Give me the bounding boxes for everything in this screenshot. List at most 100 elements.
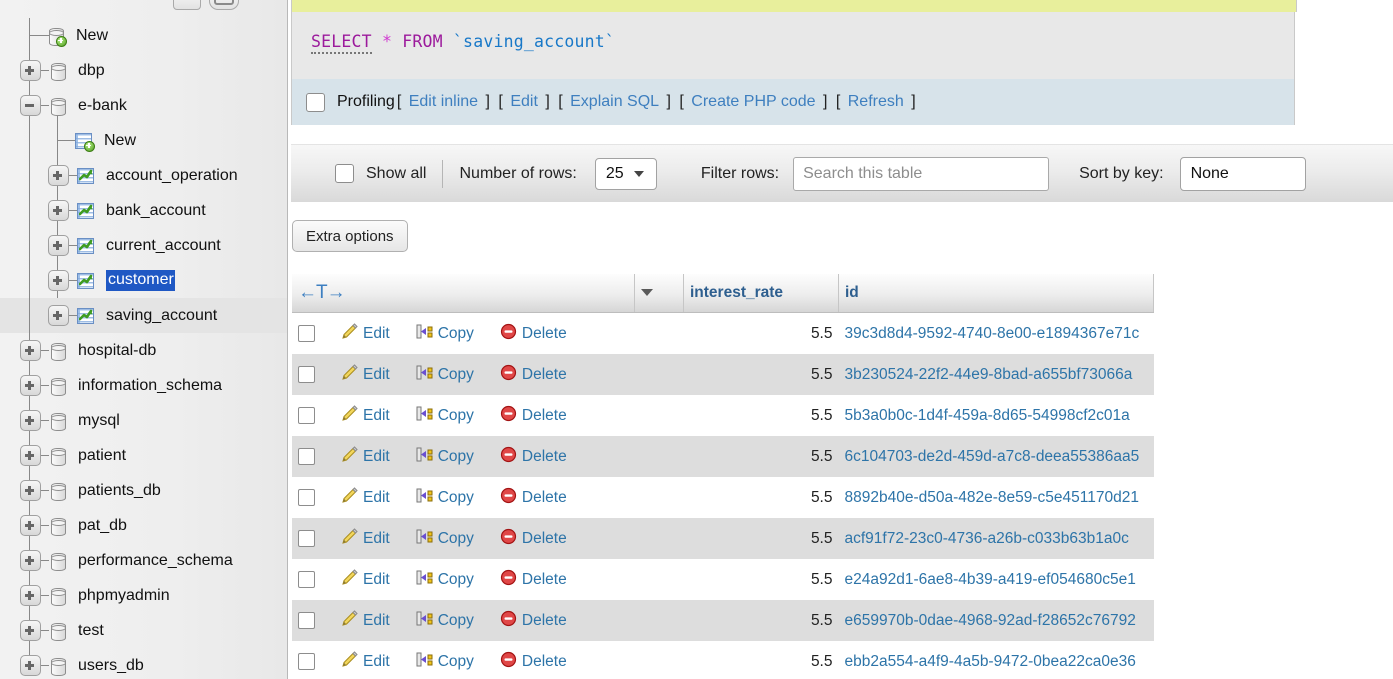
tree-item-customer[interactable]: customer bbox=[0, 263, 287, 298]
delete-row-button[interactable]: Delete bbox=[500, 528, 567, 550]
copy-row-button[interactable]: Copy bbox=[416, 446, 474, 468]
expand-icon[interactable] bbox=[20, 620, 41, 641]
edit-row-button[interactable]: Edit bbox=[341, 322, 390, 345]
cell-interest-rate[interactable]: 5.5 bbox=[683, 600, 839, 641]
delete-row-button[interactable]: Delete bbox=[500, 651, 567, 673]
cell-interest-rate[interactable]: 5.5 bbox=[683, 559, 839, 600]
expand-icon[interactable] bbox=[20, 550, 41, 571]
cell-interest-rate[interactable]: 5.5 bbox=[683, 312, 839, 354]
expand-icon[interactable] bbox=[48, 305, 69, 326]
copy-row-button[interactable]: Copy bbox=[416, 610, 474, 632]
row-checkbox[interactable] bbox=[298, 366, 315, 383]
expand-icon[interactable] bbox=[48, 270, 69, 291]
expand-icon[interactable] bbox=[20, 340, 41, 361]
edit-row-button[interactable]: Edit bbox=[341, 363, 390, 386]
row-checkbox[interactable] bbox=[298, 448, 315, 465]
cell-interest-rate[interactable]: 5.5 bbox=[683, 354, 839, 395]
expand-icon[interactable] bbox=[20, 655, 41, 676]
copy-row-button[interactable]: Copy bbox=[416, 528, 474, 550]
table-row[interactable]: Edit Copy Delete 5.5 3b230524-22f2-44e9-8bad… bbox=[292, 354, 1154, 395]
header-id[interactable]: id bbox=[838, 274, 1154, 313]
edit-row-button[interactable]: Edit bbox=[341, 445, 390, 468]
expand-icon[interactable] bbox=[48, 165, 69, 186]
delete-row-button[interactable]: Delete bbox=[500, 610, 567, 632]
delete-row-button[interactable]: Delete bbox=[500, 487, 567, 509]
expand-icon[interactable] bbox=[48, 200, 69, 221]
expand-icon[interactable] bbox=[20, 375, 41, 396]
table-row[interactable]: Edit Copy Delete 5.5 e24a92d1-6ae8-4b39-a419… bbox=[292, 559, 1154, 600]
edit-row-button[interactable]: Edit bbox=[341, 404, 390, 427]
cell-interest-rate[interactable]: 5.5 bbox=[683, 477, 839, 518]
cell-id[interactable]: e659970b-0dae-4968-92ad-f28652c76792 bbox=[838, 600, 1154, 641]
tree-item-saving-account[interactable]: saving_account bbox=[0, 298, 287, 333]
row-checkbox[interactable] bbox=[298, 653, 315, 670]
table-row[interactable]: Edit Copy Delete 5.5 8892b40e-d50a-482e-8e59… bbox=[292, 477, 1154, 518]
profiling-link-explain-sql[interactable]: Explain SQL bbox=[570, 93, 659, 110]
row-checkbox[interactable] bbox=[298, 530, 315, 547]
extra-options-button[interactable]: Extra options bbox=[292, 220, 408, 252]
delete-row-button[interactable]: Delete bbox=[500, 323, 567, 345]
expand-icon[interactable] bbox=[20, 480, 41, 501]
cell-id[interactable]: 39c3d8d4-9592-4740-8e00-e1894367e71c bbox=[838, 312, 1154, 354]
copy-row-button[interactable]: Copy bbox=[416, 487, 474, 509]
sort-by-key-select[interactable]: None bbox=[1179, 156, 1306, 191]
expand-icon[interactable] bbox=[20, 585, 41, 606]
expand-icon[interactable] bbox=[20, 515, 41, 536]
cell-id[interactable]: 8892b40e-d50a-482e-8e59-c5e451170d21 bbox=[838, 477, 1154, 518]
collapse-icon[interactable] bbox=[20, 95, 41, 116]
cell-interest-rate[interactable]: 5.5 bbox=[683, 641, 839, 679]
delete-row-button[interactable]: Delete bbox=[500, 405, 567, 427]
copy-row-button[interactable]: Copy bbox=[416, 569, 474, 591]
profiling-checkbox[interactable] bbox=[306, 92, 325, 112]
row-checkbox[interactable] bbox=[298, 489, 315, 506]
copy-row-button[interactable]: Copy bbox=[416, 323, 474, 345]
profiling-link-edit[interactable]: Edit bbox=[510, 93, 538, 110]
filter-rows-input[interactable]: Search this table bbox=[793, 156, 1050, 191]
table-row[interactable]: Edit Copy Delete 5.5 5b3a0b0c-1d4f-459a-8d65… bbox=[292, 395, 1154, 436]
profiling-link-edit-inline[interactable]: Edit inline bbox=[409, 93, 478, 110]
edit-row-button[interactable]: Edit bbox=[341, 527, 390, 550]
tree-item-account-operation[interactable]: account_operation bbox=[0, 158, 287, 193]
cell-id[interactable]: 5b3a0b0c-1d4f-459a-8d65-54998cf2c01a bbox=[838, 395, 1154, 436]
cell-id[interactable]: e24a92d1-6ae8-4b39-a419-ef054680c5e1 bbox=[838, 559, 1154, 600]
tree-item-current-account[interactable]: current_account bbox=[0, 228, 287, 263]
cell-id[interactable]: 3b230524-22f2-44e9-8bad-a655bf73066a bbox=[838, 354, 1154, 395]
profiling-link-refresh[interactable]: Refresh bbox=[848, 93, 904, 110]
header-sort-dropdown[interactable] bbox=[634, 274, 684, 313]
tree-item-bank-account[interactable]: bank_account bbox=[0, 193, 287, 228]
edit-row-button[interactable]: Edit bbox=[341, 486, 390, 509]
row-checkbox[interactable] bbox=[298, 612, 315, 629]
table-row[interactable]: Edit Copy Delete 5.5 e659970b-0dae-4968-92ad… bbox=[292, 600, 1154, 641]
show-all-checkbox[interactable] bbox=[335, 164, 354, 183]
copy-row-button[interactable]: Copy bbox=[416, 651, 474, 673]
cell-interest-rate[interactable]: 5.5 bbox=[683, 518, 839, 559]
row-checkbox[interactable] bbox=[298, 407, 315, 424]
edit-row-button[interactable]: Edit bbox=[341, 609, 390, 632]
delete-row-button[interactable]: Delete bbox=[500, 364, 567, 386]
header-nav[interactable]: ←T→ bbox=[292, 274, 635, 313]
table-row[interactable]: Edit Copy Delete 5.5 39c3d8d4-9592-4740-8e00… bbox=[292, 312, 1154, 354]
pill-toggle-icon[interactable] bbox=[209, 0, 239, 10]
row-checkbox[interactable] bbox=[298, 571, 315, 588]
copy-row-button[interactable]: Copy bbox=[416, 405, 474, 427]
delete-row-button[interactable]: Delete bbox=[500, 569, 567, 591]
number-of-rows-select[interactable]: 25 bbox=[594, 157, 657, 190]
cell-interest-rate[interactable]: 5.5 bbox=[683, 395, 839, 436]
row-checkbox[interactable] bbox=[298, 325, 315, 342]
edit-row-button[interactable]: Edit bbox=[341, 650, 390, 673]
expand-icon[interactable] bbox=[48, 235, 69, 256]
tree-item-users-db[interactable]: users_db bbox=[0, 648, 287, 679]
cell-interest-rate[interactable]: 5.5 bbox=[683, 436, 839, 477]
expand-icon[interactable] bbox=[20, 445, 41, 466]
delete-row-button[interactable]: Delete bbox=[500, 446, 567, 468]
edit-row-button[interactable]: Edit bbox=[341, 568, 390, 591]
header-interest-rate[interactable]: interest_rate bbox=[683, 274, 839, 313]
cell-id[interactable]: 6c104703-de2d-459d-a7c8-deea55386aa5 bbox=[838, 436, 1154, 477]
expand-icon[interactable] bbox=[20, 60, 41, 81]
cell-id[interactable]: acf91f72-23c0-4736-a26b-c033b63b1a0c bbox=[838, 518, 1154, 559]
expand-icon[interactable] bbox=[20, 410, 41, 431]
table-row[interactable]: Edit Copy Delete 5.5 acf91f72-23c0-4736-a26b… bbox=[292, 518, 1154, 559]
profiling-link-create-php-code[interactable]: Create PHP code bbox=[691, 93, 815, 110]
sql-query-box[interactable]: SELECT * FROM `saving_account` bbox=[291, 12, 1295, 79]
collapse-icon[interactable] bbox=[173, 0, 201, 10]
